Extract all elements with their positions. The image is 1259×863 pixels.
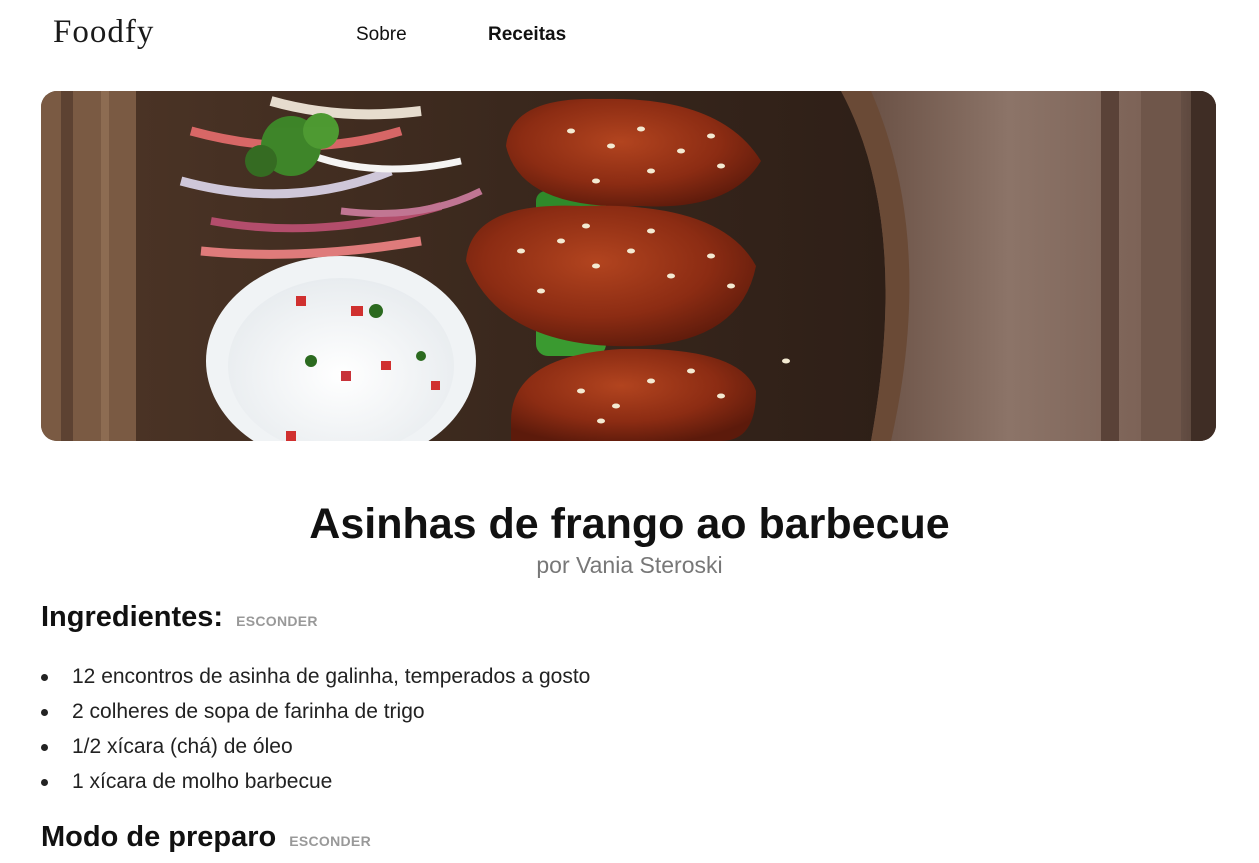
- preparation-toggle-button[interactable]: ESCONDER: [289, 833, 371, 849]
- nav-link-receitas[interactable]: Receitas: [488, 24, 566, 46]
- list-item: 1/2 xícara (chá) de óleo: [41, 730, 590, 765]
- ingredients-toggle-button[interactable]: ESCONDER: [236, 613, 318, 629]
- ingredients-header: Ingredientes: ESCONDER: [41, 601, 318, 634]
- list-item: 1 xícara de molho barbecue: [41, 765, 590, 800]
- nav-link-sobre[interactable]: Sobre: [356, 24, 407, 46]
- list-item: 2 colheres de sopa de farinha de trigo: [41, 695, 590, 730]
- recipe-title: Asinhas de frango ao barbecue: [309, 500, 950, 548]
- ingredients-title: Ingredientes:: [41, 601, 224, 633]
- ingredients-list: 12 encontros de asinha de galinha, tempe…: [41, 660, 590, 800]
- list-item: 12 encontros de asinha de galinha, tempe…: [41, 660, 590, 695]
- site-header: Foodfy Sobre Receitas: [0, 0, 1259, 72]
- logo[interactable]: Foodfy: [53, 14, 154, 51]
- recipe-author: por Vania Steroski: [536, 552, 723, 578]
- recipe-hero-image: [41, 91, 1216, 441]
- preparation-title: Modo de preparo: [41, 821, 277, 853]
- preparation-header: Modo de preparo ESCONDER: [41, 821, 371, 854]
